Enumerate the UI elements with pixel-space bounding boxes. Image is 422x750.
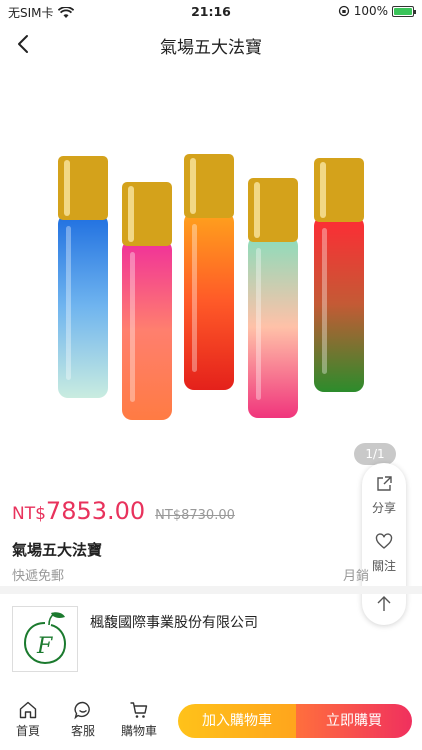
bottle-cap-highlight xyxy=(254,182,260,238)
status-right: 100% xyxy=(338,4,416,18)
floating-action-panel: 分享 關注 xyxy=(362,463,406,625)
cart-label: 購物車 xyxy=(120,724,157,738)
price-value: 7853.00 xyxy=(45,497,146,525)
monthly-sales: 月銷 xyxy=(343,569,370,584)
bottle-cap-highlight xyxy=(320,162,326,218)
bottle-body xyxy=(122,240,172,420)
cart-tab[interactable]: 購物車 xyxy=(116,700,162,739)
home-label: 首頁 xyxy=(15,724,40,738)
home-tab[interactable]: 首頁 xyxy=(6,700,50,739)
bottle-body xyxy=(314,216,364,392)
shop-logo-image: F xyxy=(23,612,67,665)
customer-service-label: 客服 xyxy=(70,724,95,738)
bottle-body xyxy=(248,236,298,418)
page-title: 氣場五大法寶 xyxy=(160,38,262,58)
buy-now-button[interactable]: 立即購買 xyxy=(296,704,412,738)
bottle-4 xyxy=(248,178,298,418)
price-currency: NT$ xyxy=(12,504,46,524)
battery-percent: 100% xyxy=(353,4,388,18)
bottle-highlight xyxy=(256,248,261,400)
image-counter: 1/1 xyxy=(354,443,396,465)
bottle-1 xyxy=(58,156,108,398)
bottle-body xyxy=(184,212,234,390)
bottom-action-bar: 首頁 客服 購物車 加入購物車 立即購買 xyxy=(0,696,422,750)
orientation-lock-icon xyxy=(338,5,349,17)
bottle-cap-highlight xyxy=(190,158,196,214)
chat-icon xyxy=(74,701,90,720)
price-group: NT$7853.00 xyxy=(12,497,145,525)
price-row: NT$7853.00 NT$8730.00 xyxy=(12,497,235,525)
section-divider xyxy=(0,586,422,594)
status-bar: 无SIM卡 21:16 100% xyxy=(0,0,422,22)
bottle-cap-highlight xyxy=(128,186,134,242)
share-icon xyxy=(377,476,392,491)
bottle-highlight xyxy=(192,224,197,372)
home-icon xyxy=(19,701,37,719)
shopping-cart-icon xyxy=(130,702,148,718)
battery-icon xyxy=(392,5,416,17)
bottle-cap-highlight xyxy=(64,160,70,216)
share-button[interactable]: 分享 xyxy=(362,475,406,516)
product-name: 氣場五大法寶 xyxy=(12,541,103,559)
bottle-body xyxy=(58,214,108,398)
shop-logo[interactable]: F xyxy=(12,606,78,672)
customer-service-tab[interactable]: 客服 xyxy=(61,700,105,739)
bottle-highlight xyxy=(130,252,135,402)
add-to-cart-button[interactable]: 加入購物車 xyxy=(178,704,296,738)
back-to-top-button[interactable] xyxy=(362,591,406,613)
navigation-bar: 氣場五大法寶 xyxy=(0,22,422,66)
bottle-2 xyxy=(122,182,172,420)
bottle-3 xyxy=(184,154,234,390)
svg-text:F: F xyxy=(36,634,53,659)
product-photo xyxy=(58,154,364,420)
bottle-highlight xyxy=(66,226,71,380)
original-price: NT$8730.00 xyxy=(155,508,235,523)
shipping-info: 快遞免郵 xyxy=(12,569,65,584)
arrow-up-icon xyxy=(377,592,391,611)
shop-name[interactable]: 楓馥國際事業股份有限公司 xyxy=(90,612,258,632)
product-image[interactable] xyxy=(0,66,422,466)
battery-level xyxy=(394,7,412,15)
bottle-highlight xyxy=(322,228,327,374)
heart-icon xyxy=(375,533,393,549)
bottle-5 xyxy=(314,158,364,392)
share-label: 分享 xyxy=(371,501,396,515)
